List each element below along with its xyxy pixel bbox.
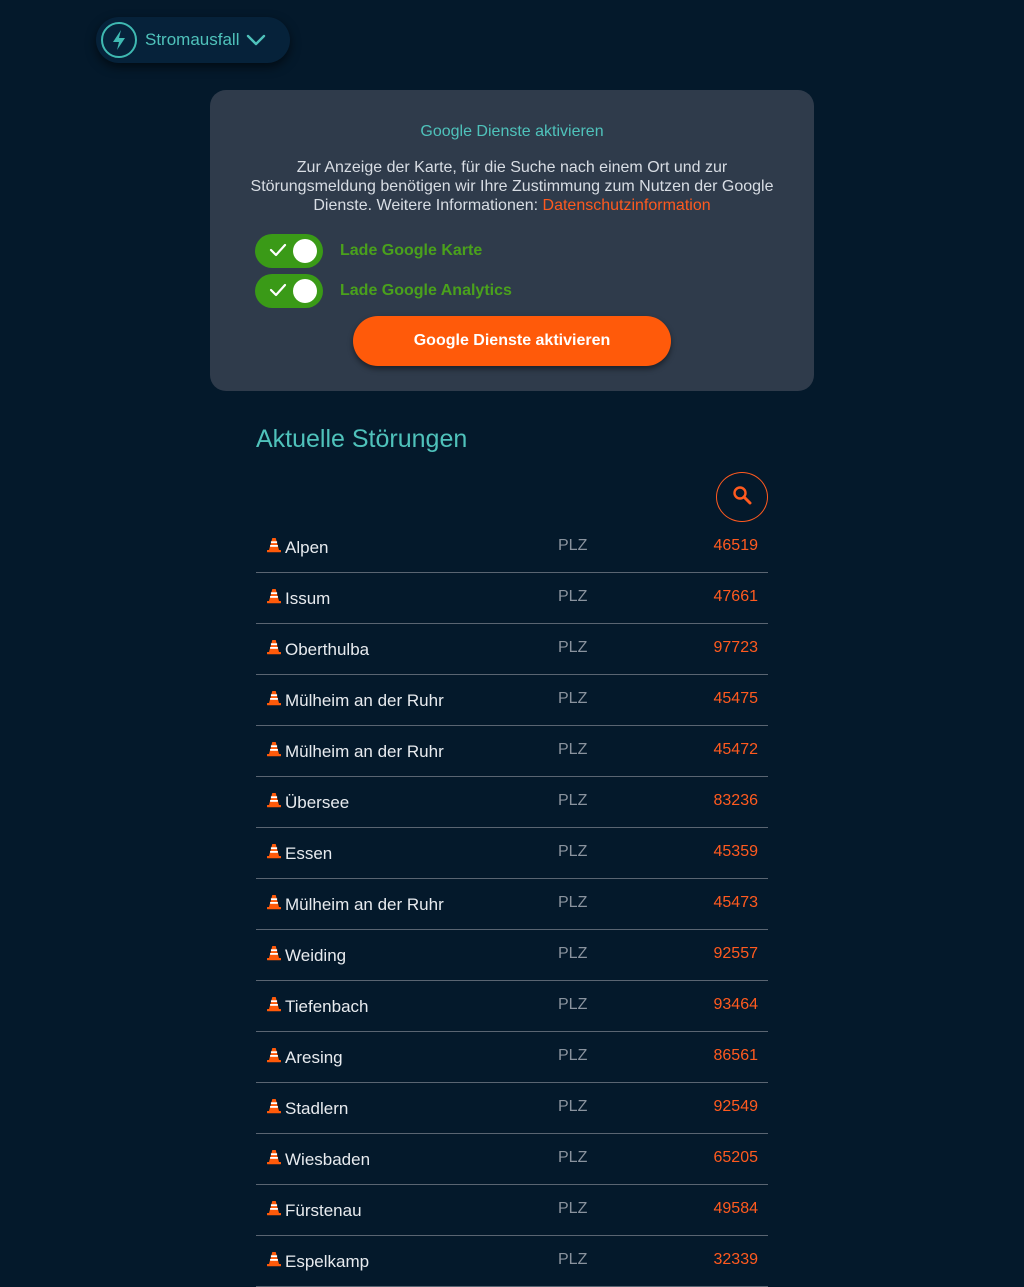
outage-zip: 93464 bbox=[713, 996, 759, 1013]
outage-zip: 46519 bbox=[713, 537, 759, 554]
search-button[interactable] bbox=[716, 472, 768, 522]
traffic-cone-icon bbox=[266, 894, 282, 915]
outage-row[interactable]: Fürstenau PLZ 49584 bbox=[256, 1185, 768, 1236]
activate-google-services-button[interactable]: Google Dienste aktivieren bbox=[353, 316, 671, 366]
outage-row[interactable]: Aresing PLZ 86561 bbox=[256, 1032, 768, 1083]
outage-row[interactable]: Stadlern PLZ 92549 bbox=[256, 1083, 768, 1134]
outage-row[interactable]: Alpen PLZ 46519 bbox=[256, 522, 768, 573]
outage-zip: 92557 bbox=[713, 945, 759, 962]
traffic-cone-icon bbox=[266, 1251, 282, 1272]
traffic-cone-icon bbox=[266, 945, 282, 966]
traffic-cone-icon bbox=[266, 792, 282, 813]
outage-zip: 45475 bbox=[713, 690, 759, 707]
outage-row[interactable]: Espelkamp PLZ 32339 bbox=[256, 1236, 768, 1287]
outage-city: Mülheim an der Ruhr bbox=[285, 691, 444, 710]
outage-zip: 83236 bbox=[713, 792, 759, 809]
google-maps-toggle-label: Lade Google Karte bbox=[340, 242, 483, 259]
consent-text: Zur Anzeige der Karte, für die Suche nac… bbox=[232, 158, 792, 215]
plz-label: PLZ bbox=[558, 1251, 588, 1268]
toggle-knob bbox=[293, 239, 317, 263]
outage-zip: 45359 bbox=[713, 843, 759, 860]
outage-city: Stadlern bbox=[285, 1099, 349, 1118]
plz-label: PLZ bbox=[558, 690, 588, 707]
outage-list: Alpen PLZ 46519 Issum PLZ 47661 Oberthulba PLZ 9… bbox=[256, 522, 768, 1287]
outage-city: Weiding bbox=[285, 946, 347, 965]
google-analytics-toggle-label: Lade Google Analytics bbox=[340, 282, 512, 299]
outage-city: Alpen bbox=[285, 538, 329, 557]
outage-zip: 65205 bbox=[713, 1149, 759, 1166]
category-dropdown[interactable]: Stromausfall bbox=[96, 17, 290, 63]
outage-row[interactable]: Weiding PLZ 92557 bbox=[256, 930, 768, 981]
bolt-icon bbox=[101, 22, 137, 58]
outage-city: Mülheim an der Ruhr bbox=[285, 895, 444, 914]
outage-zip: 49584 bbox=[713, 1200, 759, 1217]
outage-row[interactable]: Wiesbaden PLZ 65205 bbox=[256, 1134, 768, 1185]
consent-card: Google Dienste aktivieren Zur Anzeige de… bbox=[210, 90, 814, 391]
traffic-cone-icon bbox=[266, 537, 282, 558]
outage-row[interactable]: Mülheim an der Ruhr PLZ 45472 bbox=[256, 726, 768, 777]
plz-label: PLZ bbox=[558, 792, 588, 809]
outage-city: Tiefenbach bbox=[285, 997, 369, 1016]
traffic-cone-icon bbox=[266, 1149, 282, 1170]
outage-city: Aresing bbox=[285, 1048, 343, 1067]
outage-zip: 86561 bbox=[713, 1047, 759, 1064]
google-maps-toggle[interactable] bbox=[255, 234, 323, 268]
chevron-down-icon bbox=[246, 34, 266, 46]
outage-zip: 92549 bbox=[713, 1098, 759, 1115]
outage-city: Fürstenau bbox=[285, 1201, 362, 1220]
check-icon bbox=[269, 282, 287, 303]
outage-city: Espelkamp bbox=[285, 1252, 370, 1271]
traffic-cone-icon bbox=[266, 1200, 282, 1221]
plz-label: PLZ bbox=[558, 945, 588, 962]
outage-row[interactable]: Übersee PLZ 83236 bbox=[256, 777, 768, 828]
toggle-row-maps: Lade Google Karte bbox=[255, 234, 482, 268]
check-icon bbox=[269, 242, 287, 263]
plz-label: PLZ bbox=[558, 741, 588, 758]
outage-city: Oberthulba bbox=[285, 640, 370, 659]
outage-zip: 45473 bbox=[713, 894, 759, 911]
outage-city: Übersee bbox=[285, 793, 350, 812]
traffic-cone-icon bbox=[266, 1098, 282, 1119]
traffic-cone-icon bbox=[266, 843, 282, 864]
outage-row[interactable]: Mülheim an der Ruhr PLZ 45475 bbox=[256, 675, 768, 726]
outage-city: Wiesbaden bbox=[285, 1150, 371, 1169]
outage-city: Essen bbox=[285, 844, 333, 863]
outage-city: Issum bbox=[285, 589, 331, 608]
traffic-cone-icon bbox=[266, 588, 282, 609]
outage-zip: 47661 bbox=[713, 588, 759, 605]
outage-zip: 32339 bbox=[713, 1251, 759, 1268]
toggle-knob bbox=[293, 279, 317, 303]
plz-label: PLZ bbox=[558, 1149, 588, 1166]
search-icon bbox=[732, 485, 752, 510]
toggle-row-analytics: Lade Google Analytics bbox=[255, 274, 512, 308]
outage-row[interactable]: Mülheim an der Ruhr PLZ 45473 bbox=[256, 879, 768, 930]
plz-label: PLZ bbox=[558, 1200, 588, 1217]
outage-row[interactable]: Essen PLZ 45359 bbox=[256, 828, 768, 879]
traffic-cone-icon bbox=[266, 1047, 282, 1068]
outage-row[interactable]: Tiefenbach PLZ 93464 bbox=[256, 981, 768, 1032]
traffic-cone-icon bbox=[266, 690, 282, 711]
outage-row[interactable]: Issum PLZ 47661 bbox=[256, 573, 768, 624]
outages-title: Aktuelle Störungen bbox=[256, 425, 468, 453]
plz-label: PLZ bbox=[558, 1047, 588, 1064]
traffic-cone-icon bbox=[266, 639, 282, 660]
plz-label: PLZ bbox=[558, 537, 588, 554]
outage-row[interactable]: Oberthulba PLZ 97723 bbox=[256, 624, 768, 675]
google-analytics-toggle[interactable] bbox=[255, 274, 323, 308]
plz-label: PLZ bbox=[558, 843, 588, 860]
plz-label: PLZ bbox=[558, 639, 588, 656]
privacy-info-link[interactable]: Datenschutzinformation bbox=[543, 197, 711, 214]
outage-city: Mülheim an der Ruhr bbox=[285, 742, 444, 761]
plz-label: PLZ bbox=[558, 996, 588, 1013]
category-label: Stromausfall bbox=[145, 30, 240, 49]
plz-label: PLZ bbox=[558, 1098, 588, 1115]
outage-zip: 45472 bbox=[713, 741, 759, 758]
plz-label: PLZ bbox=[558, 588, 588, 605]
traffic-cone-icon bbox=[266, 741, 282, 762]
plz-label: PLZ bbox=[558, 894, 588, 911]
consent-title: Google Dienste aktivieren bbox=[420, 123, 604, 140]
outage-zip: 97723 bbox=[713, 639, 759, 656]
traffic-cone-icon bbox=[266, 996, 282, 1017]
